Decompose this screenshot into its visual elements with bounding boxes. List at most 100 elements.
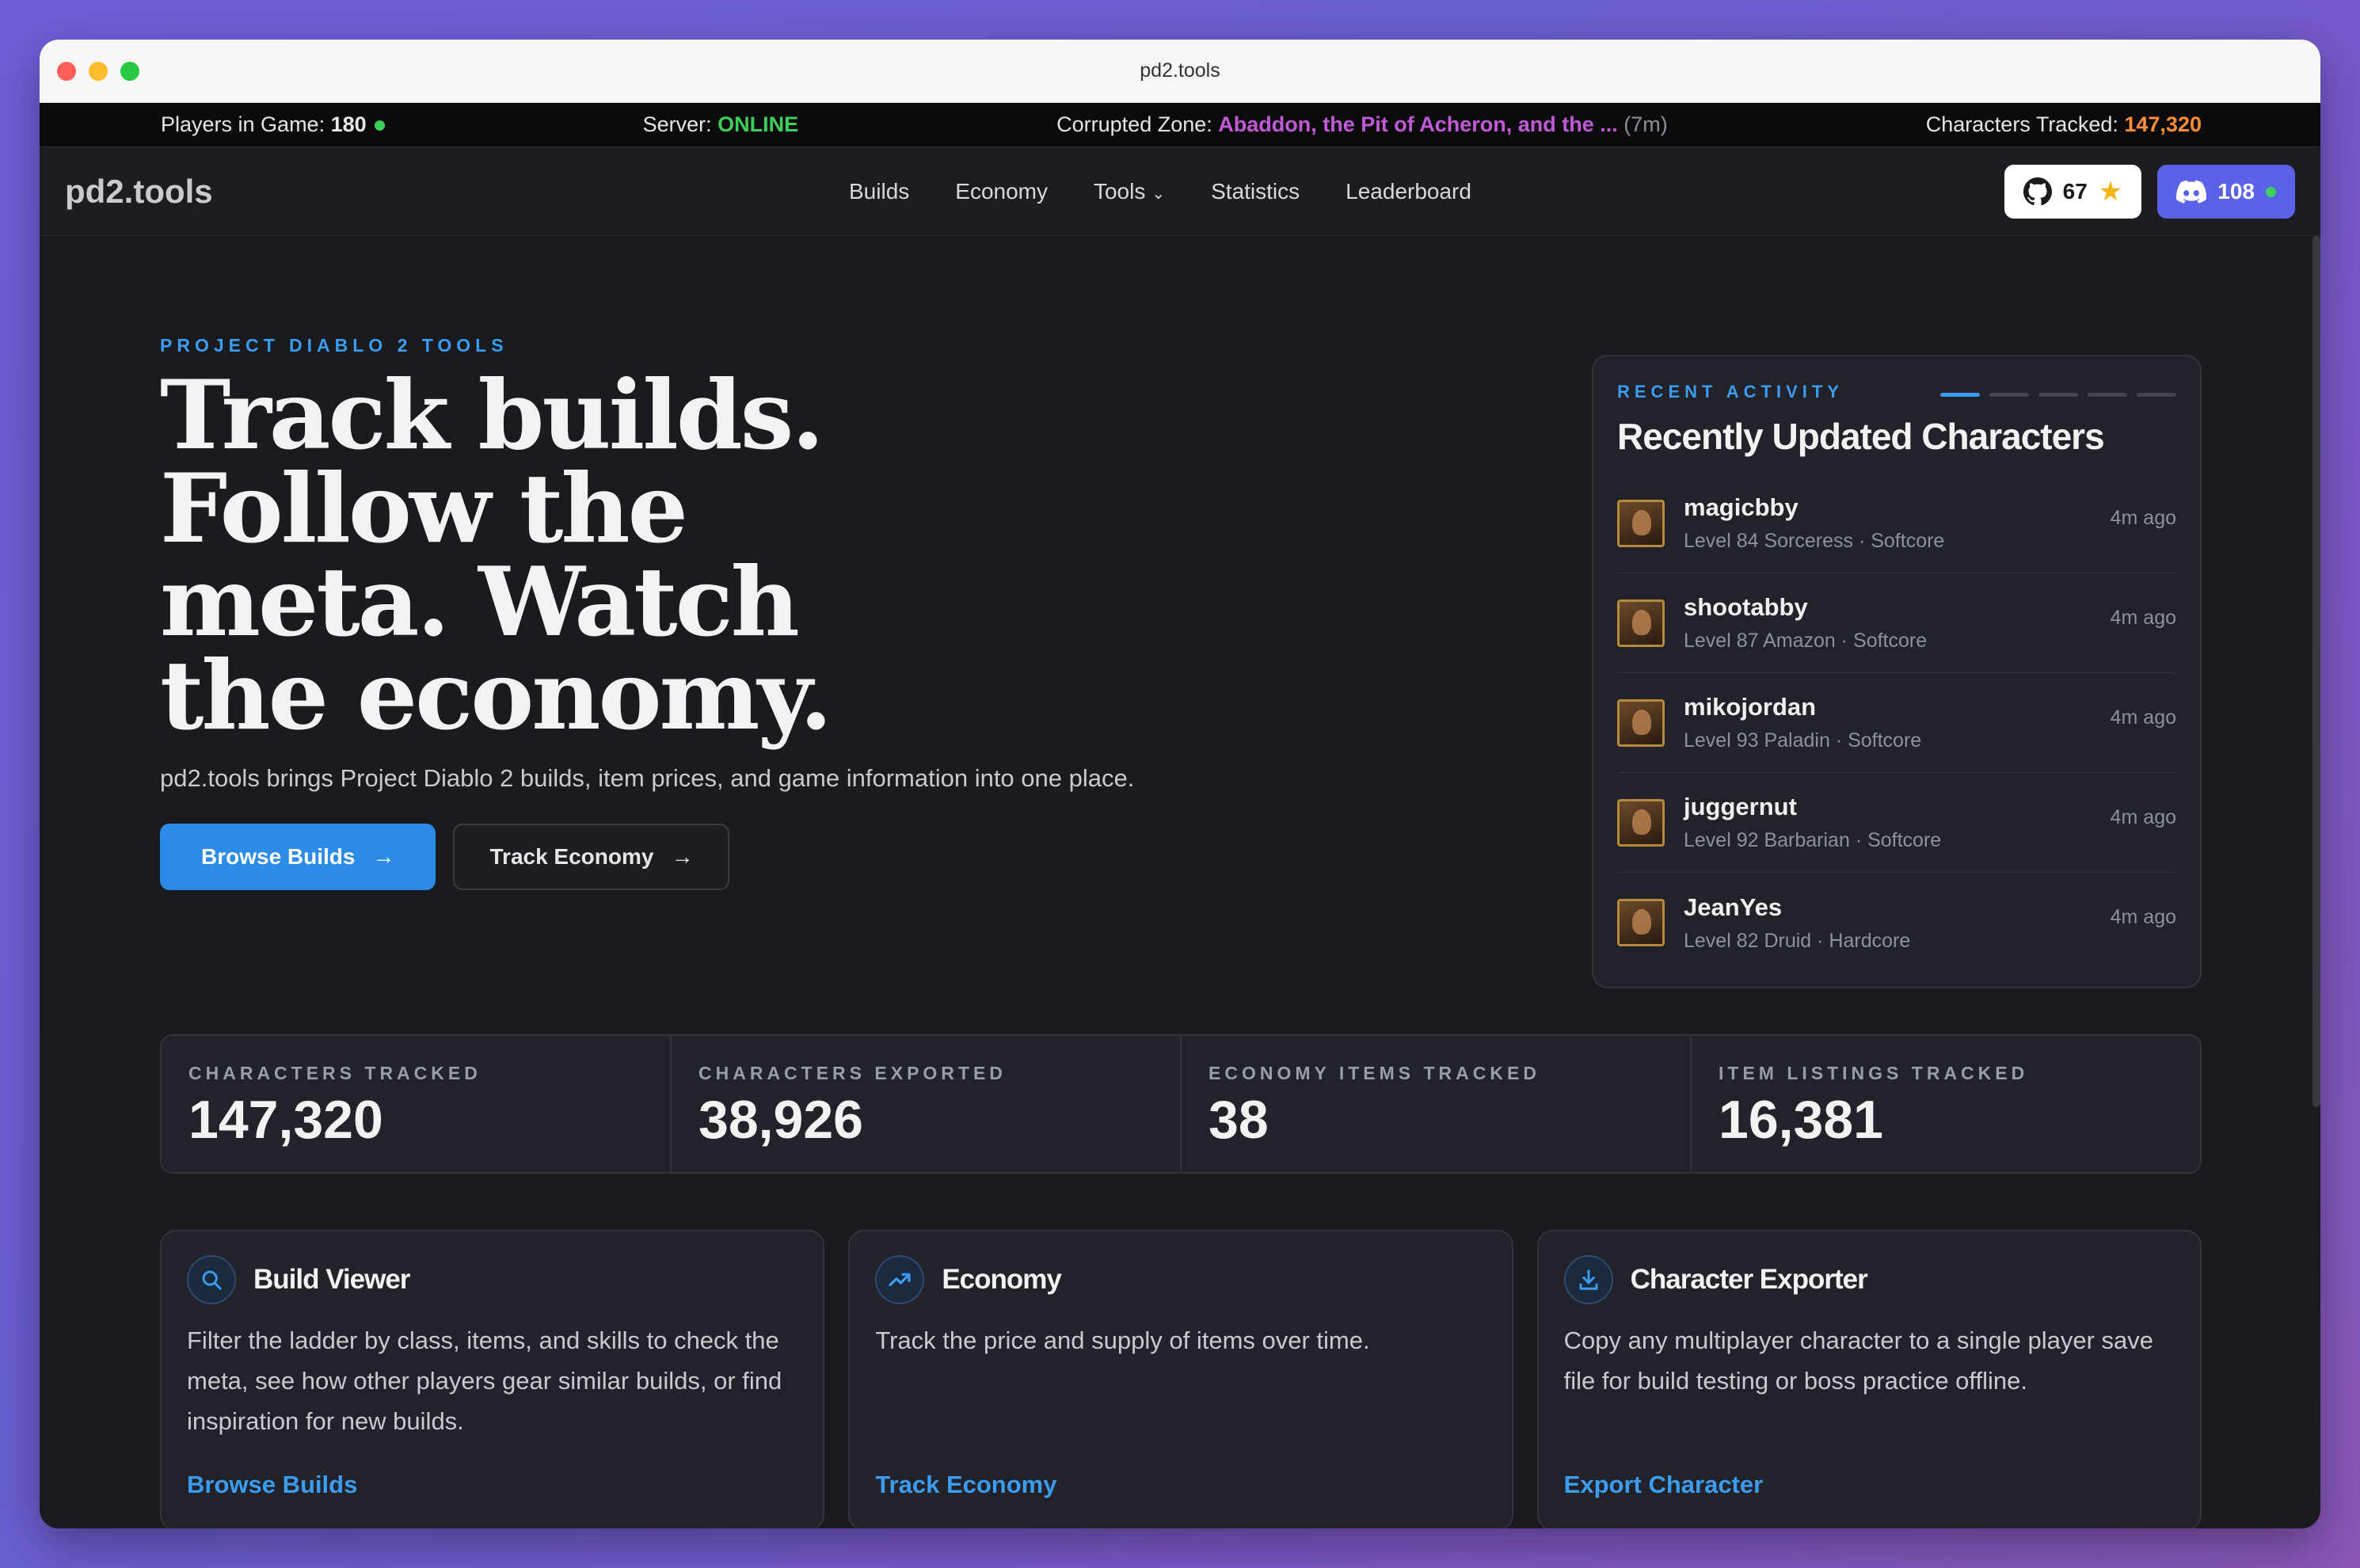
character-name: magicbby: [1684, 493, 1799, 521]
updated-time: 4m ago: [2110, 507, 2176, 529]
minimize-window-button[interactable]: [89, 62, 108, 81]
list-item[interactable]: JeanYes Level 82 Druid · Hardcore 4m ago: [1617, 873, 2176, 972]
updated-time: 4m ago: [2110, 706, 2176, 729]
stat-label: CHARACTERS TRACKED: [188, 1063, 482, 1083]
discord-button[interactable]: 108: [2157, 165, 2295, 219]
github-stars-button[interactable]: 67 ★: [2004, 165, 2142, 219]
players-label: Players in Game:: [161, 112, 325, 136]
nav-link-statistics[interactable]: Statistics: [1211, 179, 1300, 204]
card-description: Filter the ladder by class, items, and s…: [187, 1326, 782, 1435]
zone-label: Corrupted Zone:: [1056, 112, 1212, 136]
stat-item-listings-tracked: ITEM LISTINGS TRACKED 16,381: [1692, 1036, 2200, 1172]
character-details: Level 84 Sorceress · Softcore: [1684, 530, 1945, 552]
character-exporter-card: Character Exporter Copy any multiplayer …: [1536, 1230, 2202, 1528]
nav-link-leaderboard[interactable]: Leaderboard: [1346, 179, 1471, 204]
stat-label: CHARACTERS EXPORTED: [698, 1063, 1007, 1083]
nav-links: Builds Economy Tools ⌄ Statistics Leaderb…: [849, 147, 1471, 236]
tracked-label: Characters Tracked:: [1925, 112, 2118, 136]
online-indicator-icon: [2266, 186, 2276, 197]
stat-label: ECONOMY ITEMS TRACKED: [1209, 1063, 1540, 1083]
zone-value[interactable]: Abaddon, the Pit of Acheron, and the ...: [1218, 112, 1618, 136]
nav-link-tools[interactable]: Tools ⌄: [1094, 179, 1165, 204]
nav-link-economy[interactable]: Economy: [955, 179, 1048, 204]
updated-time: 4m ago: [2110, 806, 2176, 828]
recent-activity-panel: RECENT ACTIVITY Recently Updated Charact…: [1592, 355, 2202, 988]
online-indicator-icon: [374, 120, 385, 131]
nav-link-tools-label: Tools: [1093, 179, 1146, 204]
character-name: juggernut: [1684, 793, 1797, 820]
list-item[interactable]: shootabby Level 87 Amazon · Softcore 4m …: [1617, 573, 2176, 673]
nav-link-builds[interactable]: Builds: [849, 179, 909, 204]
character-avatar: [1617, 798, 1665, 847]
carousel-indicator[interactable]: [1940, 393, 1980, 397]
arrow-right-icon: →: [372, 844, 395, 869]
card-header: Character Exporter: [1563, 1255, 2175, 1304]
server-label: Server:: [642, 112, 712, 136]
character-details: Level 82 Druid · Hardcore: [1684, 929, 1911, 952]
character-avatar: [1617, 899, 1665, 946]
trending-up-icon: [875, 1255, 925, 1304]
activity-eyebrow: RECENT ACTIVITY: [1617, 382, 1844, 402]
track-economy-label: Track Economy: [489, 844, 654, 869]
discord-online-count: 108: [2217, 179, 2255, 204]
character-avatar: [1617, 499, 1665, 547]
updated-time: 4m ago: [2110, 906, 2176, 928]
character-name: JeanYes: [1684, 892, 1783, 921]
hero-eyebrow: PROJECT DIABLO 2 TOOLS: [160, 335, 508, 356]
search-icon: [187, 1255, 236, 1304]
discord-icon: [2176, 180, 2207, 204]
track-economy-button[interactable]: Track Economy →: [453, 824, 730, 890]
carousel-indicator[interactable]: [2038, 393, 2078, 397]
chevron-down-icon: ⌄: [1151, 185, 1166, 203]
carousel-indicator[interactable]: [2137, 393, 2176, 397]
site-logo[interactable]: pd2.tools: [65, 173, 213, 211]
characters-tracked-status: Characters Tracked: 147,320: [1926, 112, 2202, 137]
server-status: Server: ONLINE: [643, 112, 799, 137]
track-economy-link[interactable]: Track Economy: [875, 1471, 1056, 1499]
stat-characters-exported: CHARACTERS EXPORTED 38,926: [672, 1036, 1182, 1172]
hero-headline: Track builds. Follow the meta. Watch the…: [160, 360, 832, 752]
players-in-game: Players in Game: 180: [161, 112, 385, 137]
browse-builds-link[interactable]: Browse Builds: [187, 1471, 357, 1499]
stat-value: 147,320: [188, 1090, 383, 1150]
status-bar: Players in Game: 180 Server: ONLINE Corr…: [40, 103, 2320, 147]
star-icon: ★: [2098, 177, 2123, 207]
top-navigation: pd2.tools Builds Economy Tools ⌄ Statisti…: [40, 147, 2320, 236]
card-description: Copy any multiplayer character to a sing…: [1563, 1326, 2154, 1395]
stats-bar: CHARACTERS TRACKED 147,320 CHARACTERS EX…: [160, 1034, 2202, 1174]
card-header: Build Viewer: [187, 1255, 797, 1304]
hero-section: PROJECT DIABLO 2 TOOLS Track builds. Fol…: [160, 335, 1190, 890]
export-character-link[interactable]: Export Character: [1564, 1471, 1764, 1499]
character-avatar: [1617, 599, 1665, 647]
card-header: Economy: [875, 1255, 1486, 1304]
character-avatar: [1617, 698, 1665, 747]
hero-buttons: Browse Builds → Track Economy →: [160, 824, 1190, 890]
carousel-indicator[interactable]: [1989, 393, 2029, 397]
card-title: Build Viewer: [253, 1264, 410, 1295]
window-controls: [57, 62, 139, 81]
stat-characters-tracked: CHARACTERS TRACKED 147,320: [162, 1036, 672, 1172]
character-details: Level 92 Barbarian · Softcore: [1684, 829, 1942, 851]
activity-list: magicbby Level 84 Sorceress · Softcore 4…: [1617, 474, 2176, 972]
list-item[interactable]: juggernut Level 92 Barbarian · Softcore …: [1617, 773, 2176, 873]
list-item[interactable]: mikojordan Level 93 Paladin · Softcore 4…: [1617, 673, 2176, 773]
arrow-right-icon: →: [671, 844, 694, 869]
zone-time: (7m): [1623, 112, 1668, 136]
maximize-window-button[interactable]: [120, 62, 139, 81]
stat-label: ITEM LISTINGS TRACKED: [1719, 1063, 2029, 1083]
server-value: ONLINE: [718, 112, 799, 136]
card-title: Character Exporter: [1630, 1264, 1868, 1295]
scrollbar[interactable]: [2312, 236, 2320, 1107]
card-description: Track the price and supply of items over…: [875, 1326, 1370, 1354]
activity-title: Recently Updated Characters: [1617, 416, 2105, 457]
card-title: Economy: [942, 1264, 1062, 1295]
feature-cards: Build Viewer Filter the ladder by class,…: [160, 1230, 2202, 1528]
list-item[interactable]: magicbby Level 84 Sorceress · Softcore 4…: [1617, 474, 2176, 573]
browse-builds-label: Browse Builds: [201, 844, 356, 869]
character-details: Level 93 Paladin · Softcore: [1684, 729, 1922, 752]
github-icon: [2023, 177, 2052, 206]
carousel-indicator[interactable]: [2088, 393, 2127, 397]
close-window-button[interactable]: [57, 62, 76, 81]
browse-builds-button[interactable]: Browse Builds →: [160, 824, 436, 890]
window-title: pd2.tools: [1140, 59, 1220, 82]
